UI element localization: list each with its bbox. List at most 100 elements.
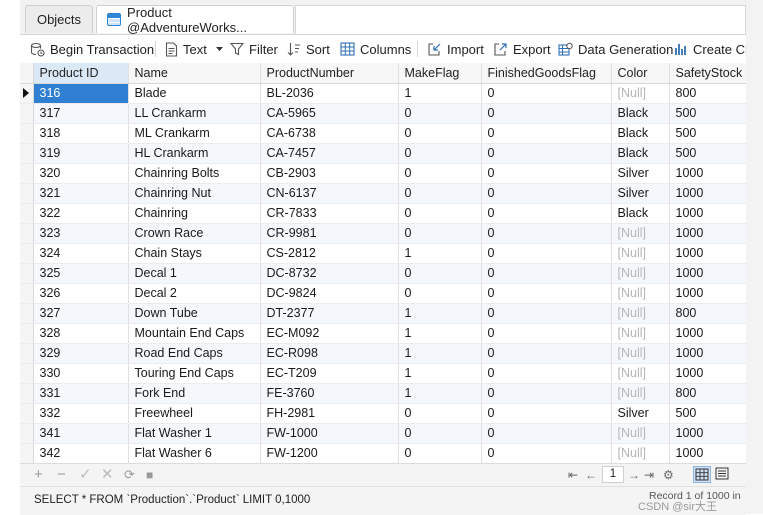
cell-product-number[interactable]: CA-6738	[260, 123, 399, 144]
cell-finished-goods-flag[interactable]: 0	[481, 343, 612, 364]
cell-finished-goods-flag[interactable]: 0	[481, 323, 612, 344]
cell-product-number[interactable]: FW-1000	[260, 423, 399, 444]
cell-finished-goods-flag[interactable]: 0	[481, 243, 612, 264]
cell-make-flag[interactable]: 0	[398, 143, 482, 164]
cell-product-number[interactable]: CB-2903	[260, 163, 399, 184]
cell-name[interactable]: Blade	[128, 83, 261, 104]
refresh-icon[interactable]: ⟳	[124, 466, 135, 484]
grid-view-button[interactable]	[693, 466, 711, 483]
cell-color[interactable]: [Null]	[611, 363, 670, 384]
column-header-name[interactable]: Name	[128, 63, 261, 84]
cell-finished-goods-flag[interactable]: 0	[481, 223, 612, 244]
cell-name[interactable]: Chainring	[128, 203, 261, 224]
cell-make-flag[interactable]: 0	[398, 123, 482, 144]
cell-product-id[interactable]: 320	[33, 163, 129, 184]
begin-transaction-button[interactable]: Begin Transaction	[30, 39, 154, 59]
cell-make-flag[interactable]: 0	[398, 163, 482, 184]
cell-product-number[interactable]: CR-9981	[260, 223, 399, 244]
cell-finished-goods-flag[interactable]: 0	[481, 423, 612, 444]
table-row[interactable]: 322 Chainring CR-7833 0 0 Black 1000	[20, 203, 746, 224]
cell-safety-stock[interactable]: 500	[669, 143, 746, 164]
row-indicator[interactable]	[20, 83, 34, 104]
cell-color[interactable]: [Null]	[611, 223, 670, 244]
cell-product-id[interactable]: 324	[33, 243, 129, 264]
sort-button[interactable]: Sort	[287, 39, 330, 59]
cell-finished-goods-flag[interactable]: 0	[481, 443, 612, 463]
row-indicator[interactable]	[20, 283, 34, 304]
tab-objects[interactable]: Objects	[25, 5, 93, 33]
table-row[interactable]: 330 Touring End Caps EC-T209 1 0 [Null] 1000	[20, 363, 746, 384]
cell-finished-goods-flag[interactable]: 0	[481, 143, 612, 164]
cell-product-number[interactable]: EC-T209	[260, 363, 399, 384]
cell-safety-stock[interactable]: 1000	[669, 323, 746, 344]
cell-product-id[interactable]: 322	[33, 203, 129, 224]
cell-color[interactable]: [Null]	[611, 283, 670, 304]
cell-name[interactable]: ML Crankarm	[128, 123, 261, 144]
cell-make-flag[interactable]: 0	[398, 223, 482, 244]
cell-safety-stock[interactable]: 800	[669, 383, 746, 404]
cell-product-id[interactable]: 328	[33, 323, 129, 344]
row-indicator[interactable]	[20, 443, 34, 463]
cell-make-flag[interactable]: 0	[398, 403, 482, 424]
cell-color[interactable]: Silver	[611, 183, 670, 204]
cell-safety-stock[interactable]: 1000	[669, 363, 746, 384]
cell-product-number[interactable]: CA-5965	[260, 103, 399, 124]
cell-name[interactable]: Fork End	[128, 383, 261, 404]
cell-finished-goods-flag[interactable]: 0	[481, 383, 612, 404]
cell-finished-goods-flag[interactable]: 0	[481, 403, 612, 424]
cell-product-id[interactable]: 329	[33, 343, 129, 364]
first-page-icon[interactable]: ⇤	[568, 466, 578, 484]
row-indicator[interactable]	[20, 123, 34, 144]
cell-product-id[interactable]: 321	[33, 183, 129, 204]
cell-color[interactable]: Silver	[611, 163, 670, 184]
cell-finished-goods-flag[interactable]: 0	[481, 83, 612, 104]
column-header-product-number[interactable]: ProductNumber	[260, 63, 399, 84]
cell-finished-goods-flag[interactable]: 0	[481, 283, 612, 304]
cell-color[interactable]: [Null]	[611, 423, 670, 444]
column-header-safety-stock[interactable]: SafetyStock	[669, 63, 746, 84]
table-row[interactable]: 323 Crown Race CR-9981 0 0 [Null] 1000	[20, 223, 746, 244]
table-row[interactable]: 331 Fork End FE-3760 1 0 [Null] 800	[20, 383, 746, 404]
cell-product-id[interactable]: 325	[33, 263, 129, 284]
cell-safety-stock[interactable]: 500	[669, 123, 746, 144]
cell-safety-stock[interactable]: 800	[669, 303, 746, 324]
delete-record-icon[interactable]: −	[57, 466, 66, 484]
cell-make-flag[interactable]: 1	[398, 383, 482, 404]
table-row[interactable]: 326 Decal 2 DC-9824 0 0 [Null] 1000	[20, 283, 746, 304]
cell-make-flag[interactable]: 0	[398, 183, 482, 204]
cell-product-id[interactable]: 330	[33, 363, 129, 384]
last-page-icon[interactable]: ⇥	[644, 466, 654, 484]
cell-product-id[interactable]: 332	[33, 403, 129, 424]
cell-color[interactable]: [Null]	[611, 323, 670, 344]
cell-name[interactable]: Chainring Bolts	[128, 163, 261, 184]
cell-make-flag[interactable]: 0	[398, 283, 482, 304]
cell-make-flag[interactable]: 1	[398, 323, 482, 344]
columns-button[interactable]: Columns	[340, 39, 411, 59]
row-indicator[interactable]	[20, 103, 34, 124]
cell-name[interactable]: Down Tube	[128, 303, 261, 324]
table-row[interactable]: 327 Down Tube DT-2377 1 0 [Null] 800	[20, 303, 746, 324]
page-number-input[interactable]: 1	[602, 466, 624, 483]
cell-name[interactable]: Chain Stays	[128, 243, 261, 264]
cell-product-number[interactable]: FE-3760	[260, 383, 399, 404]
row-indicator[interactable]	[20, 263, 34, 284]
cell-product-number[interactable]: EC-M092	[260, 323, 399, 344]
table-row[interactable]: 341 Flat Washer 1 FW-1000 0 0 [Null] 1000	[20, 423, 746, 444]
cell-product-id[interactable]: 318	[33, 123, 129, 144]
cell-make-flag[interactable]: 0	[398, 103, 482, 124]
cell-safety-stock[interactable]: 1000	[669, 223, 746, 244]
cell-name[interactable]: Chainring Nut	[128, 183, 261, 204]
cell-product-number[interactable]: CS-2812	[260, 243, 399, 264]
cell-color[interactable]: Black	[611, 103, 670, 124]
create-chart-button[interactable]: Create Cha	[674, 39, 746, 59]
cell-name[interactable]: Touring End Caps	[128, 363, 261, 384]
cell-safety-stock[interactable]: 1000	[669, 263, 746, 284]
table-row[interactable]: 316 Blade BL-2036 1 0 [Null] 800	[20, 83, 746, 104]
cell-name[interactable]: LL Crankarm	[128, 103, 261, 124]
cell-make-flag[interactable]: 0	[398, 263, 482, 284]
filter-button[interactable]: Filter	[230, 39, 278, 59]
cell-product-number[interactable]: DC-8732	[260, 263, 399, 284]
row-indicator[interactable]	[20, 143, 34, 164]
row-indicator[interactable]	[20, 423, 34, 444]
table-row[interactable]: 324 Chain Stays CS-2812 1 0 [Null] 1000	[20, 243, 746, 264]
